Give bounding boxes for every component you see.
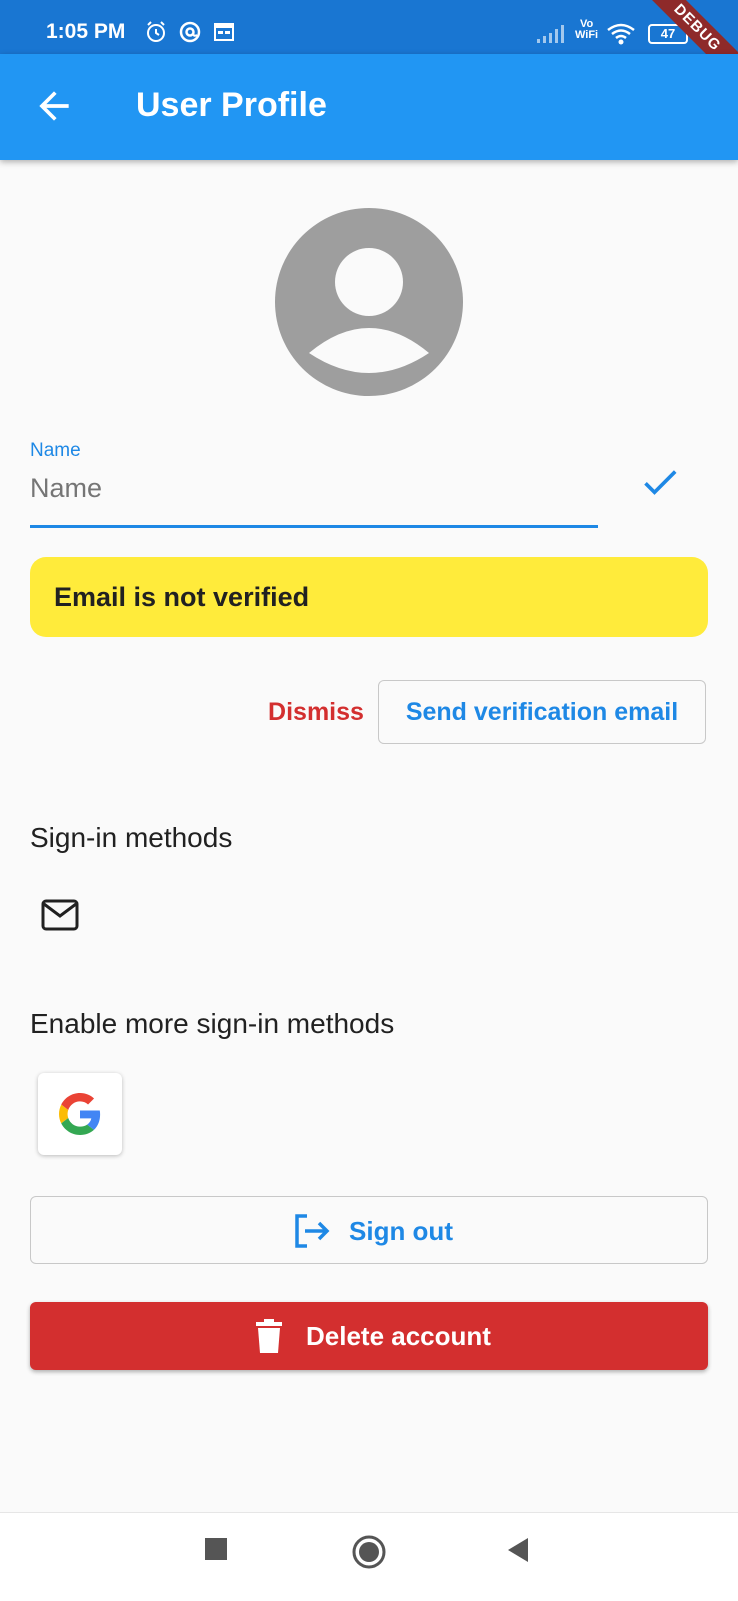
google-icon [59,1093,101,1135]
email-icon [41,899,79,931]
status-time: 1:05 PM [46,20,126,43]
page-title: User Profile [136,86,327,124]
name-field-label: Name [30,440,81,461]
google-sign-in-button[interactable] [38,1073,122,1155]
recents-button[interactable] [204,1537,228,1566]
system-nav-bar [0,1512,738,1601]
delete-account-button[interactable]: Delete account [30,1302,708,1370]
banner-text: Email is not verified [54,582,310,612]
alarm-icon [147,21,165,42]
sign-in-methods-title: Sign-in methods [30,822,233,853]
system-back-button[interactable] [506,1537,530,1568]
name-field[interactable] [30,462,598,514]
delete-account-label: Delete account [306,1320,491,1351]
at-icon [179,21,201,43]
logout-icon [295,1214,330,1248]
battery-level: 47 [660,26,676,41]
arrow-back-icon [39,91,69,121]
back-button[interactable] [32,84,76,128]
account-circle-icon [275,208,463,396]
calendar-icon [214,23,234,41]
confirm-name-button[interactable] [638,460,682,504]
send-verification-email-button[interactable]: Send verification email [378,680,706,744]
name-field-underline [30,525,598,528]
check-icon [644,470,677,495]
signal-icon [537,25,564,43]
vowifi-bottom: WiFi [575,29,599,41]
recents-square-icon [205,1538,227,1560]
trash-icon [256,1319,282,1353]
enable-more-title: Enable more sign-in methods [30,1008,395,1039]
wifi-icon [607,23,635,45]
vowifi-icon: Vo WiFi [575,19,598,41]
sign-out-button[interactable]: Sign out [30,1196,708,1264]
debug-banner: DEBUG [628,0,738,54]
sign-out-label: Sign out [349,1215,453,1246]
dismiss-button[interactable]: Dismiss [258,690,374,734]
home-circle-icon [352,1535,386,1569]
home-button[interactable] [352,1535,386,1574]
app-bar: User Profile [0,54,738,160]
back-triangle-icon [508,1538,528,1562]
email-not-verified-banner: Email is not verified [30,557,708,637]
status-bar: 1:05 PM Vo WiFi 47 DEBUG [0,0,738,54]
